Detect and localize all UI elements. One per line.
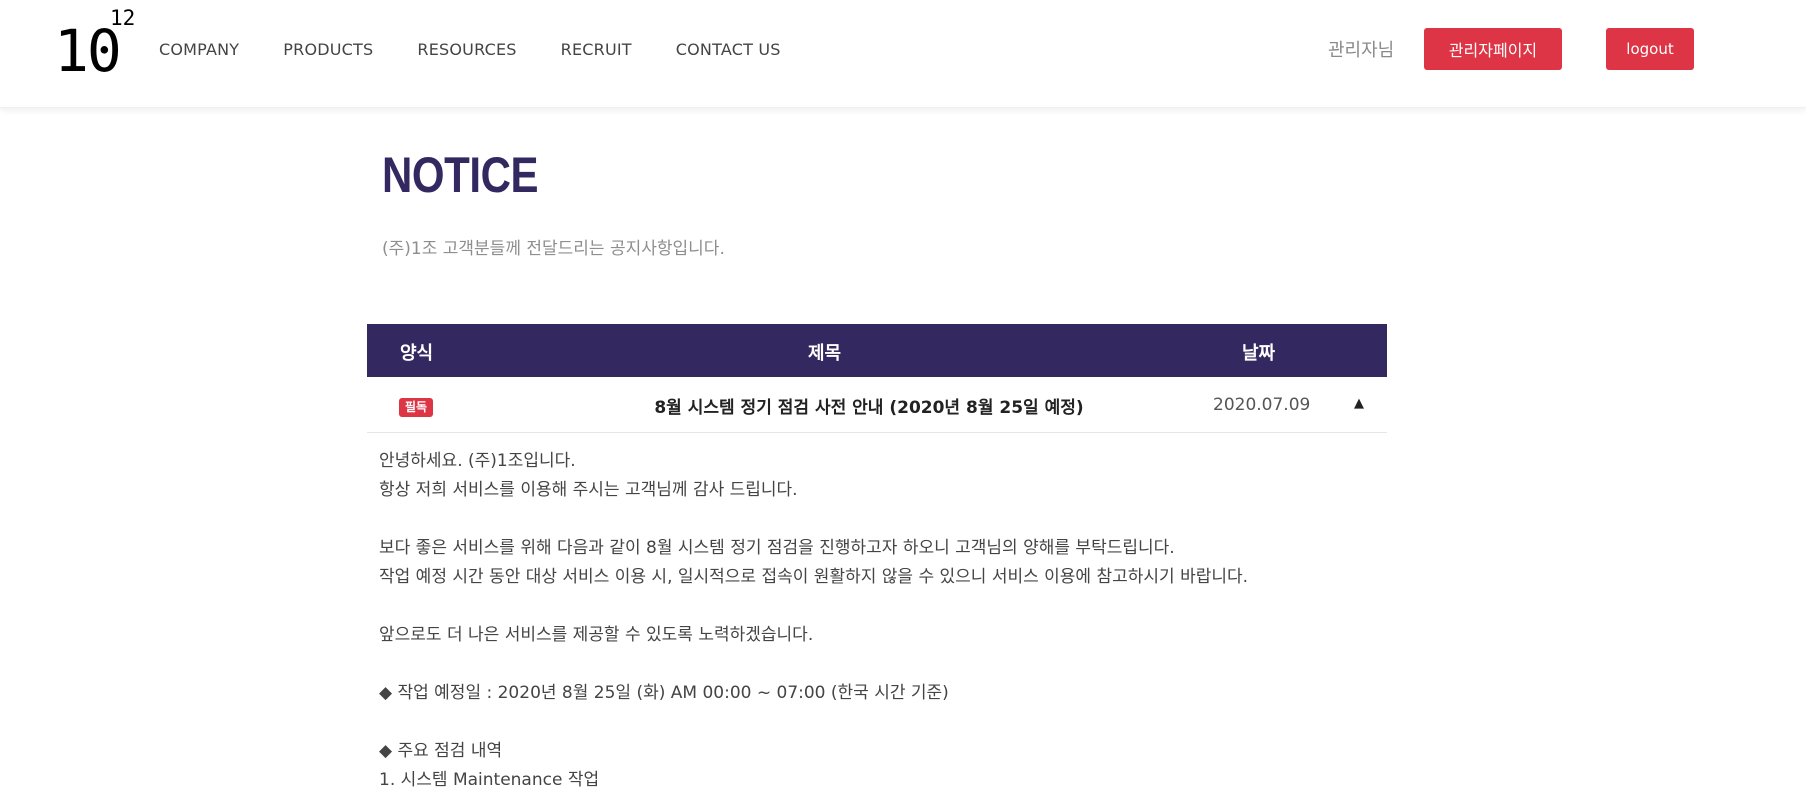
logo[interactable]: 10 12 (54, 6, 144, 85)
nav-contact-us[interactable]: CONTACT US (676, 40, 781, 59)
page-title: NOTICE (382, 147, 539, 203)
content-line (379, 592, 1379, 621)
logo-main-text: 10 (54, 17, 122, 85)
site-header: 10 12 COMPANY PRODUCTS RESOURCES RECRUIT… (0, 0, 1806, 108)
nav-company[interactable]: COMPANY (159, 40, 239, 59)
content-line: 작업 예정 시간 동안 대상 서비스 이용 시, 일시적으로 접속이 원활하지 … (379, 567, 1249, 587)
content-line: 앞으로도 더 나은 서비스를 제공할 수 있도록 노력하겠습니다. (379, 625, 814, 645)
admin-name: 관리자님 (1328, 40, 1395, 61)
page-subtitle: (주)1조 고객분들께 전달드리는 공지사항입니다. (382, 239, 725, 259)
column-header-title: 제목 (808, 343, 842, 364)
main-nav: COMPANY PRODUCTS RESOURCES RECRUIT CONTA… (159, 40, 825, 59)
content-line (379, 650, 1379, 679)
collapse-arrow-icon[interactable]: ▲ (1354, 396, 1364, 411)
content-line: ◆ 주요 점검 내역 (379, 741, 503, 761)
logo-exponent-text: 12 (110, 6, 136, 30)
table-row[interactable]: 필독 8월 시스템 정기 점검 사전 안내 (2020년 8월 25일 예정) … (367, 377, 1387, 433)
content-line: ◆ 작업 예정일 : 2020년 8월 25일 (화) AM 00:00 ~ 0… (379, 683, 949, 703)
notice-table: 양식 제목 날짜 필독 8월 시스템 정기 점검 사전 안내 (2020년 8월… (367, 324, 1387, 433)
admin-page-button[interactable]: 관리자페이지 (1424, 28, 1562, 70)
table-header: 양식 제목 날짜 (367, 324, 1387, 377)
content-line: 보다 좋은 서비스를 위해 다음과 같이 8월 시스템 정기 점검을 진행하고자… (379, 538, 1175, 558)
notice-content: 안녕하세요. (주)1조입니다. 항상 저희 서비스를 이용해 주시는 고객님께… (379, 447, 1379, 795)
nav-resources[interactable]: RESOURCES (417, 40, 516, 59)
column-header-type: 양식 (400, 343, 434, 364)
nav-products[interactable]: PRODUCTS (283, 40, 373, 59)
notice-date: 2020.07.09 (1213, 395, 1311, 415)
content-line: 항상 저희 서비스를 이용해 주시는 고객님께 감사 드립니다. (379, 480, 798, 500)
content-line (379, 708, 1379, 737)
column-header-date: 날짜 (1242, 343, 1276, 364)
content-line (379, 505, 1379, 534)
content-line: 안녕하세요. (주)1조입니다. (379, 451, 576, 471)
nav-recruit[interactable]: RECRUIT (561, 40, 632, 59)
logout-button[interactable]: logout (1606, 28, 1694, 70)
